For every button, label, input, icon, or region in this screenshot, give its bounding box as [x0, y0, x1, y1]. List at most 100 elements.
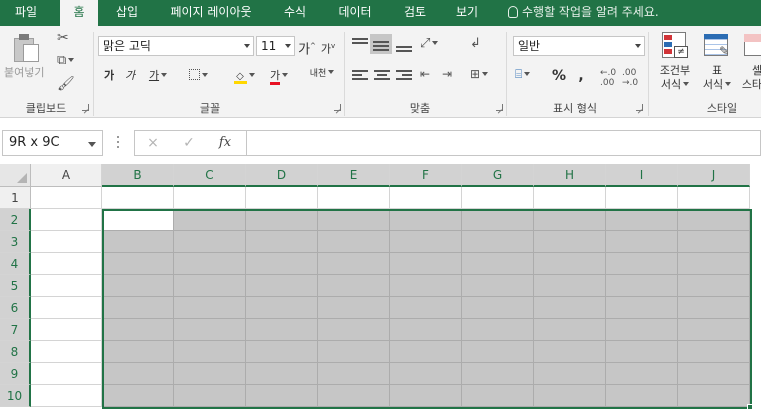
- underline-button[interactable]: 가: [142, 66, 174, 86]
- cell-i8[interactable]: [606, 341, 678, 363]
- cell-i7[interactable]: [606, 319, 678, 341]
- cell-j7[interactable]: [678, 319, 750, 341]
- cell-d7[interactable]: [246, 319, 318, 341]
- percent-button[interactable]: %: [548, 66, 570, 86]
- cell-c4[interactable]: [174, 253, 246, 275]
- row-header-8[interactable]: 8: [0, 341, 31, 363]
- cell-a8[interactable]: [31, 341, 102, 363]
- cell-f10[interactable]: [390, 385, 462, 407]
- cell-d4[interactable]: [246, 253, 318, 275]
- cell-b6[interactable]: [102, 297, 174, 319]
- cell-h3[interactable]: [534, 231, 606, 253]
- orientation-icon[interactable]: ⤢: [420, 36, 439, 52]
- cell-h10[interactable]: [534, 385, 606, 407]
- comma-button[interactable]: ,: [572, 66, 590, 86]
- cell-e2[interactable]: [318, 209, 390, 231]
- tab-home[interactable]: 홈: [60, 0, 98, 26]
- cell-i1[interactable]: [606, 187, 678, 209]
- italic-button[interactable]: 가: [121, 66, 139, 86]
- merge-center-icon[interactable]: ⊞: [470, 66, 489, 82]
- cell-a1[interactable]: [31, 187, 102, 209]
- column-header-b[interactable]: B: [102, 164, 174, 187]
- formula-input[interactable]: [246, 130, 761, 156]
- format-painter-icon[interactable]: 🖌: [57, 76, 75, 92]
- cell-i9[interactable]: [606, 363, 678, 385]
- cancel-icon[interactable]: ×: [143, 134, 163, 152]
- font-color-button[interactable]: 가: [263, 66, 295, 86]
- cell-c7[interactable]: [174, 319, 246, 341]
- decrease-indent-icon[interactable]: ⇤: [420, 66, 430, 82]
- cell-d8[interactable]: [246, 341, 318, 363]
- cell-b9[interactable]: [102, 363, 174, 385]
- cell-h5[interactable]: [534, 275, 606, 297]
- cell-c2[interactable]: [174, 209, 246, 231]
- cell-b7[interactable]: [102, 319, 174, 341]
- tab-insert[interactable]: 삽입: [104, 0, 150, 26]
- cell-e1[interactable]: [318, 187, 390, 209]
- cell-j3[interactable]: [678, 231, 750, 253]
- row-header-2[interactable]: 2: [0, 209, 31, 231]
- worksheet-grid[interactable]: A B C D E F G H I J 1 2 3 4 5 6 7 8 9 10: [0, 164, 761, 417]
- cell-g9[interactable]: [462, 363, 534, 385]
- cell-b8[interactable]: [102, 341, 174, 363]
- cell-d9[interactable]: [246, 363, 318, 385]
- cell-j2[interactable]: [678, 209, 750, 231]
- cell-b3[interactable]: [102, 231, 174, 253]
- cell-g5[interactable]: [462, 275, 534, 297]
- row-header-6[interactable]: 6: [0, 297, 31, 319]
- cell-a2[interactable]: [31, 209, 102, 231]
- row-header-4[interactable]: 4: [0, 253, 31, 275]
- column-header-g[interactable]: G: [462, 164, 534, 187]
- cell-g4[interactable]: [462, 253, 534, 275]
- row-header-1[interactable]: 1: [0, 187, 31, 209]
- cell-c8[interactable]: [174, 341, 246, 363]
- cell-g8[interactable]: [462, 341, 534, 363]
- cell-b10[interactable]: [102, 385, 174, 407]
- bold-button[interactable]: 가: [100, 66, 118, 86]
- tab-formulas[interactable]: 수식: [272, 0, 318, 26]
- cell-f9[interactable]: [390, 363, 462, 385]
- column-header-c[interactable]: C: [174, 164, 246, 187]
- tab-file[interactable]: 파일: [0, 0, 52, 26]
- cell-g7[interactable]: [462, 319, 534, 341]
- cell-d1[interactable]: [246, 187, 318, 209]
- cell-e4[interactable]: [318, 253, 390, 275]
- row-header-9[interactable]: 9: [0, 363, 31, 385]
- cut-icon[interactable]: ✂: [57, 30, 69, 46]
- cell-c3[interactable]: [174, 231, 246, 253]
- accounting-format-icon[interactable]: ⌸: [515, 66, 531, 82]
- align-bottom-icon[interactable]: [396, 42, 412, 56]
- cell-f2[interactable]: [390, 209, 462, 231]
- cell-a7[interactable]: [31, 319, 102, 341]
- align-top-icon[interactable]: [352, 38, 368, 52]
- cell-f1[interactable]: [390, 187, 462, 209]
- cell-g1[interactable]: [462, 187, 534, 209]
- fill-handle[interactable]: [747, 404, 753, 410]
- cell-b5[interactable]: [102, 275, 174, 297]
- format-as-table-button[interactable]: ✎ 표 서식: [700, 30, 734, 92]
- cell-h7[interactable]: [534, 319, 606, 341]
- cell-e3[interactable]: [318, 231, 390, 253]
- cell-g6[interactable]: [462, 297, 534, 319]
- active-cell[interactable]: [102, 209, 174, 231]
- cell-i5[interactable]: [606, 275, 678, 297]
- align-middle-button[interactable]: [370, 34, 392, 54]
- column-header-h[interactable]: H: [534, 164, 606, 187]
- cell-b1[interactable]: [102, 187, 174, 209]
- row-header-5[interactable]: 5: [0, 275, 31, 297]
- cell-j5[interactable]: [678, 275, 750, 297]
- cell-j1[interactable]: [678, 187, 750, 209]
- clipboard-launcher-icon[interactable]: [82, 104, 89, 111]
- number-format-select[interactable]: 일반: [513, 36, 645, 56]
- cell-h6[interactable]: [534, 297, 606, 319]
- row-header-7[interactable]: 7: [0, 319, 31, 341]
- tab-review[interactable]: 검토: [392, 0, 438, 26]
- shrink-font-button[interactable]: 가v: [319, 36, 337, 56]
- cell-e6[interactable]: [318, 297, 390, 319]
- cell-g2[interactable]: [462, 209, 534, 231]
- borders-button[interactable]: [185, 66, 211, 86]
- cell-f6[interactable]: [390, 297, 462, 319]
- increase-decimal-icon[interactable]: ←.0.00: [600, 68, 616, 88]
- cell-f4[interactable]: [390, 253, 462, 275]
- cell-c6[interactable]: [174, 297, 246, 319]
